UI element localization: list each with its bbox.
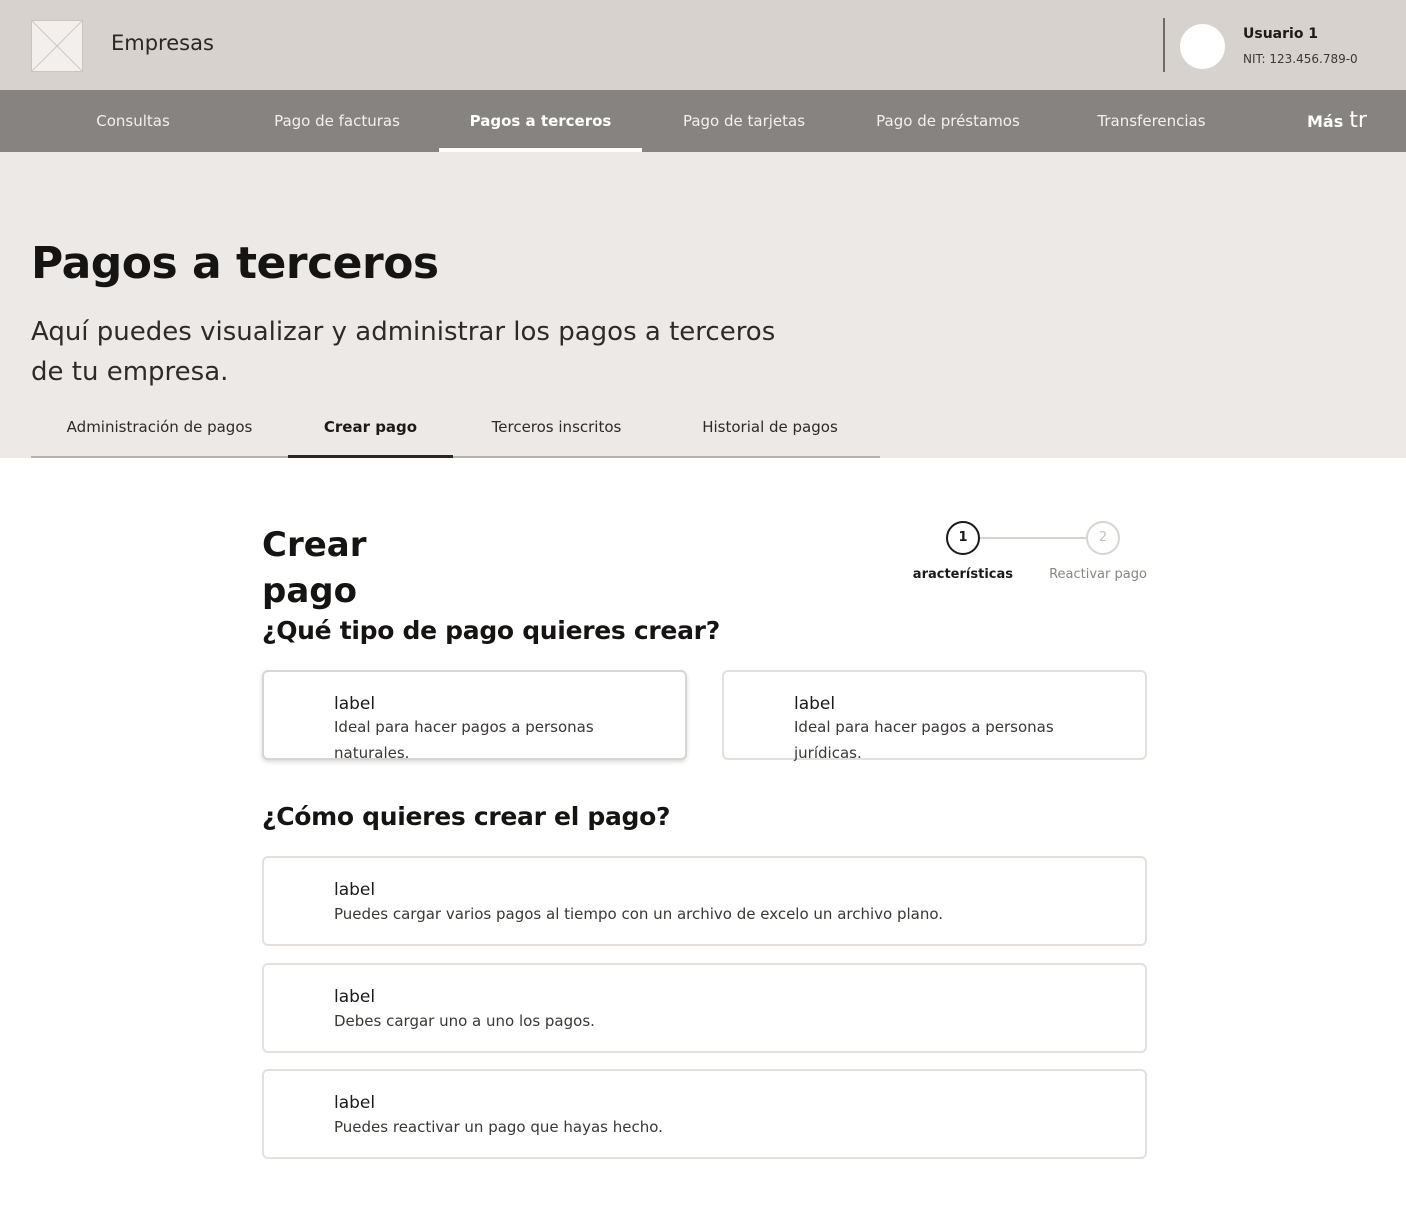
- option-label: label: [794, 694, 836, 714]
- creation-method-option-reactivar[interactable]: label Puedes reactivar un pago que hayas…: [262, 1069, 1147, 1159]
- user-nit: NIT: 123.456.789-0: [1243, 52, 1358, 66]
- section-tabs: Administración de pagos Crear pago Terce…: [31, 404, 880, 458]
- option-description: Puedes cargar varios pagos al tiempo con…: [334, 905, 944, 923]
- nav-item-pago-prestamos[interactable]: Pago de préstamos: [846, 90, 1050, 152]
- option-description-line1: Ideal para hacer pagos a personas: [794, 718, 1054, 736]
- option-description: Ideal para hacer pagos a personas natura…: [334, 714, 594, 766]
- option-label: label: [334, 694, 376, 714]
- nav-more-label: Más: [1307, 112, 1344, 131]
- brand-name: Empresas: [111, 31, 214, 55]
- option-description-line2: naturales.: [334, 744, 410, 762]
- payment-type-option-naturales[interactable]: label Ideal para hacer pagos a personas …: [262, 670, 687, 762]
- page-title: Pagos a terceros: [31, 238, 439, 289]
- step-1-indicator[interactable]: 1: [946, 521, 980, 555]
- creation-method-question: ¿Cómo quieres crear el pago?: [262, 802, 671, 831]
- section-title: Crear pago: [262, 522, 367, 614]
- nav-item-pagos-terceros[interactable]: Pagos a terceros: [439, 90, 642, 152]
- step-1-label: Características: [913, 567, 1013, 582]
- user-avatar[interactable]: [1180, 24, 1225, 69]
- page-header: Pagos a terceros Aquí puedes visualizar …: [0, 152, 1406, 458]
- option-label: label: [334, 1093, 376, 1113]
- nav-more-button[interactable]: Más tr: [1307, 90, 1367, 152]
- section-title-line2: pago: [262, 571, 357, 611]
- header-divider: [1163, 18, 1165, 72]
- step-2-indicator[interactable]: 2: [1086, 521, 1120, 555]
- user-name: Usuario 1: [1243, 26, 1319, 42]
- step-2-label-text: Reactivar pago: [1049, 567, 1147, 582]
- option-label: label: [334, 880, 376, 900]
- tab-historial-pagos[interactable]: Historial de pagos: [660, 404, 880, 456]
- option-description: Ideal para hacer pagos a personas jurídi…: [794, 714, 1054, 766]
- option-description: Puedes reactivar un pago que hayas hecho…: [334, 1118, 663, 1136]
- more-icon: tr: [1349, 108, 1367, 133]
- step-1-label-text: Características: [913, 567, 1013, 582]
- section-title-line1: Crear: [262, 525, 367, 565]
- page-subtitle-line1: Aquí puedes visualizar y administrar los…: [31, 317, 776, 347]
- tab-terceros-inscritos[interactable]: Terceros inscritos: [453, 404, 660, 456]
- nav-item-pago-facturas[interactable]: Pago de facturas: [235, 90, 439, 152]
- tab-administracion-pagos[interactable]: Administración de pagos: [31, 404, 288, 456]
- payment-type-question: ¿Qué tipo de pago quieres crear?: [262, 616, 720, 645]
- nav-item-transferencias[interactable]: Transferencias: [1050, 90, 1253, 152]
- nav-item-consultas[interactable]: Consultas: [31, 90, 235, 152]
- logo-placeholder-icon[interactable]: [31, 20, 83, 72]
- page-subtitle: Aquí puedes visualizar y administrar los…: [31, 312, 811, 392]
- option-description: Debes cargar uno a uno los pagos.: [334, 1012, 595, 1030]
- step-2-label: Reactivar pago: [1048, 567, 1148, 582]
- creation-method-option-individual[interactable]: label Debes cargar uno a uno los pagos.: [262, 963, 1147, 1053]
- page-subtitle-line2: de tu empresa.: [31, 357, 229, 387]
- main-nav: Consultas Pago de facturas Pagos a terce…: [0, 90, 1406, 152]
- nav-item-pago-tarjetas[interactable]: Pago de tarjetas: [642, 90, 846, 152]
- option-description-line2: jurídicas.: [794, 744, 862, 762]
- option-description-line1: Ideal para hacer pagos a personas: [334, 718, 594, 736]
- stepper-connector: [980, 537, 1088, 539]
- payment-type-option-juridicas[interactable]: label Ideal para hacer pagos a personas …: [722, 670, 1147, 762]
- option-label: label: [334, 987, 376, 1007]
- top-bar: Empresas Usuario 1 NIT: 123.456.789-0: [0, 0, 1406, 90]
- creation-method-option-masivo[interactable]: label Puedes cargar varios pagos al tiem…: [262, 856, 1147, 946]
- tab-crear-pago[interactable]: Crear pago: [288, 404, 453, 458]
